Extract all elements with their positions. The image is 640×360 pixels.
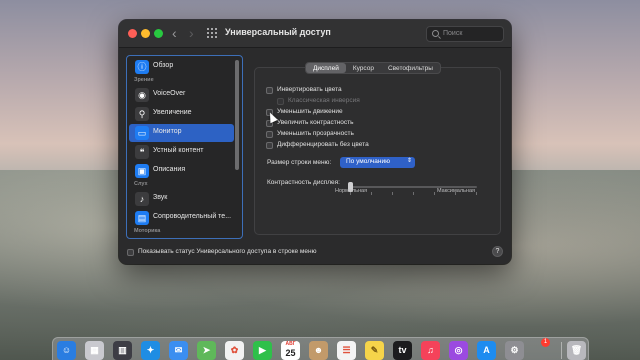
sidebar-item-label: Увеличение: [153, 109, 192, 116]
checkbox-label: Инвертировать цвета: [277, 86, 342, 93]
calendar-day-label: 25: [285, 348, 296, 358]
dock-separator: [561, 342, 562, 359]
sidebar-item-captions[interactable]: ▤ Сопроводительный те...: [129, 209, 234, 227]
window-title: Универсальный доступ: [225, 27, 331, 37]
launchpad-icon[interactable]: ▦: [85, 341, 104, 360]
help-button[interactable]: ?: [492, 246, 503, 257]
facetime-icon[interactable]: ▶: [253, 341, 272, 360]
sidebar-item-label: Устный контент: [153, 147, 204, 154]
search-input[interactable]: Поиск: [426, 26, 504, 42]
forward-button[interactable]: ›: [189, 25, 194, 41]
sidebar-item-voiceover[interactable]: ◉ VoiceOver: [129, 86, 234, 104]
mission-control-icon[interactable]: ▥: [113, 341, 132, 360]
sidebar: ⓘ Обзор Зрение ◉ VoiceOver ⚲ Увеличение …: [126, 55, 243, 239]
checkbox-label: Классическая инверсия: [288, 97, 360, 104]
magnifier-icon: ⚲: [135, 107, 149, 121]
contrast-min-label: Нормальная: [335, 188, 368, 194]
checkbox-box[interactable]: [127, 249, 134, 256]
maps-icon[interactable]: ➤: [197, 341, 216, 360]
chevron-right-icon: ›: [189, 25, 194, 41]
speaker-icon: ♪: [135, 192, 149, 206]
sidebar-scrollbar[interactable]: [235, 58, 240, 236]
select-value: По умолчанию: [346, 158, 390, 165]
sidebar-item-label: Звук: [153, 194, 168, 201]
appstore-badge: 1: [541, 338, 550, 347]
sidebar-item-overview[interactable]: ⓘ Обзор: [129, 58, 234, 76]
sidebar-item-label: Описания: [153, 166, 186, 173]
sidebar-item-label: Монитор: [153, 128, 182, 135]
checkbox-box: [277, 98, 284, 105]
slider-tick: [434, 192, 435, 195]
captions-icon: ▤: [135, 211, 149, 225]
search-placeholder: Поиск: [443, 30, 463, 37]
description-icon: ▣: [135, 164, 149, 178]
music-icon[interactable]: ♫: [421, 341, 440, 360]
minimize-button[interactable]: [141, 29, 150, 38]
display-icon: ▭: [135, 126, 149, 140]
safari-icon[interactable]: ✦: [141, 341, 160, 360]
speech-bubble-icon: ❝: [135, 145, 149, 159]
checkbox-label: Дифференцировать без цвета: [277, 141, 369, 148]
checkbox-label: Увеличить контрастность: [277, 119, 354, 126]
section-motor: Моторика: [134, 228, 161, 234]
title-bar: ‹ › Универсальный доступ Поиск: [119, 20, 511, 48]
search-icon: [432, 30, 439, 37]
checkbox-label: Уменьшить движение: [277, 108, 343, 115]
contrast-max-label: Максимальная: [437, 188, 475, 194]
sidebar-item-descriptions[interactable]: ▣ Описания: [129, 162, 234, 180]
sidebar-item-audio[interactable]: ♪ Звук: [129, 190, 234, 208]
back-button[interactable]: ‹: [172, 25, 177, 41]
checkbox-box[interactable]: [266, 87, 273, 94]
checkbox-label: Уменьшить прозрачность: [277, 130, 354, 137]
calendar-month-label: АВГ: [285, 341, 296, 347]
voiceover-icon: ◉: [135, 88, 149, 102]
checkbox-label: Показывать статус Универсального доступа…: [138, 248, 317, 255]
sidebar-item-display[interactable]: ▭ Монитор: [129, 124, 234, 142]
trash-icon[interactable]: 🗑: [567, 341, 586, 360]
scrollbar-thumb[interactable]: [235, 60, 239, 170]
chevron-left-icon: ‹: [172, 25, 177, 41]
tab-cursor[interactable]: Курсор: [346, 63, 381, 73]
finder-icon[interactable]: ☺: [57, 341, 76, 360]
chevron-updown-icon: ⇕: [406, 158, 412, 164]
checkbox-box[interactable]: [266, 142, 273, 149]
tab-display[interactable]: Дисплей: [306, 63, 346, 73]
section-hearing: Слух: [134, 181, 148, 187]
sidebar-item-label: Сопроводительный те...: [153, 213, 232, 220]
tab-color-filters[interactable]: Светофильтры: [381, 63, 440, 73]
sidebar-item-label: Обзор: [153, 62, 174, 69]
dock: ☺ ▦ ▥ ✦ ✉ ➤ ✿ ▶ АВГ 25 ☻ ☰ ✎ tv ♫ ◎ A ⚙ 🗑: [52, 337, 589, 360]
reminders-icon[interactable]: ☰: [337, 341, 356, 360]
menu-bar-size-label: Размер строки меню:: [267, 159, 332, 166]
zoom-button[interactable]: [154, 29, 163, 38]
mail-icon[interactable]: ✉: [169, 341, 188, 360]
calendar-icon[interactable]: АВГ 25: [281, 341, 300, 360]
notes-icon[interactable]: ✎: [365, 341, 384, 360]
sidebar-item-zoom[interactable]: ⚲ Увеличение: [129, 105, 234, 123]
system-preferences-icon[interactable]: ⚙: [505, 341, 524, 360]
tab-bar: Дисплей Курсор Светофильтры: [305, 62, 441, 74]
slider-tick: [476, 192, 477, 195]
contacts-icon[interactable]: ☻: [309, 341, 328, 360]
menu-bar-size-select[interactable]: По умолчанию ⇕: [340, 157, 415, 168]
accessibility-window: ‹ › Универсальный доступ Поиск ⓘ Обзор З…: [119, 20, 511, 264]
info-icon: ⓘ: [135, 60, 149, 74]
appstore-icon[interactable]: A: [477, 341, 496, 360]
appletv-icon[interactable]: tv: [393, 341, 412, 360]
photos-icon[interactable]: ✿: [225, 341, 244, 360]
close-button[interactable]: [128, 29, 137, 38]
sidebar-item-label: VoiceOver: [153, 90, 186, 97]
podcasts-icon[interactable]: ◎: [449, 341, 468, 360]
show-all-grid-icon[interactable]: [207, 28, 217, 38]
slider-tick: [371, 192, 372, 195]
sidebar-item-spoken-content[interactable]: ❝ Устный контент: [129, 143, 234, 161]
slider-tick: [392, 192, 393, 195]
slider-tick: [413, 192, 414, 195]
display-contrast-label: Контрастность дисплея:: [267, 179, 340, 186]
section-vision: Зрение: [134, 77, 154, 83]
checkbox-box[interactable]: [266, 131, 273, 138]
